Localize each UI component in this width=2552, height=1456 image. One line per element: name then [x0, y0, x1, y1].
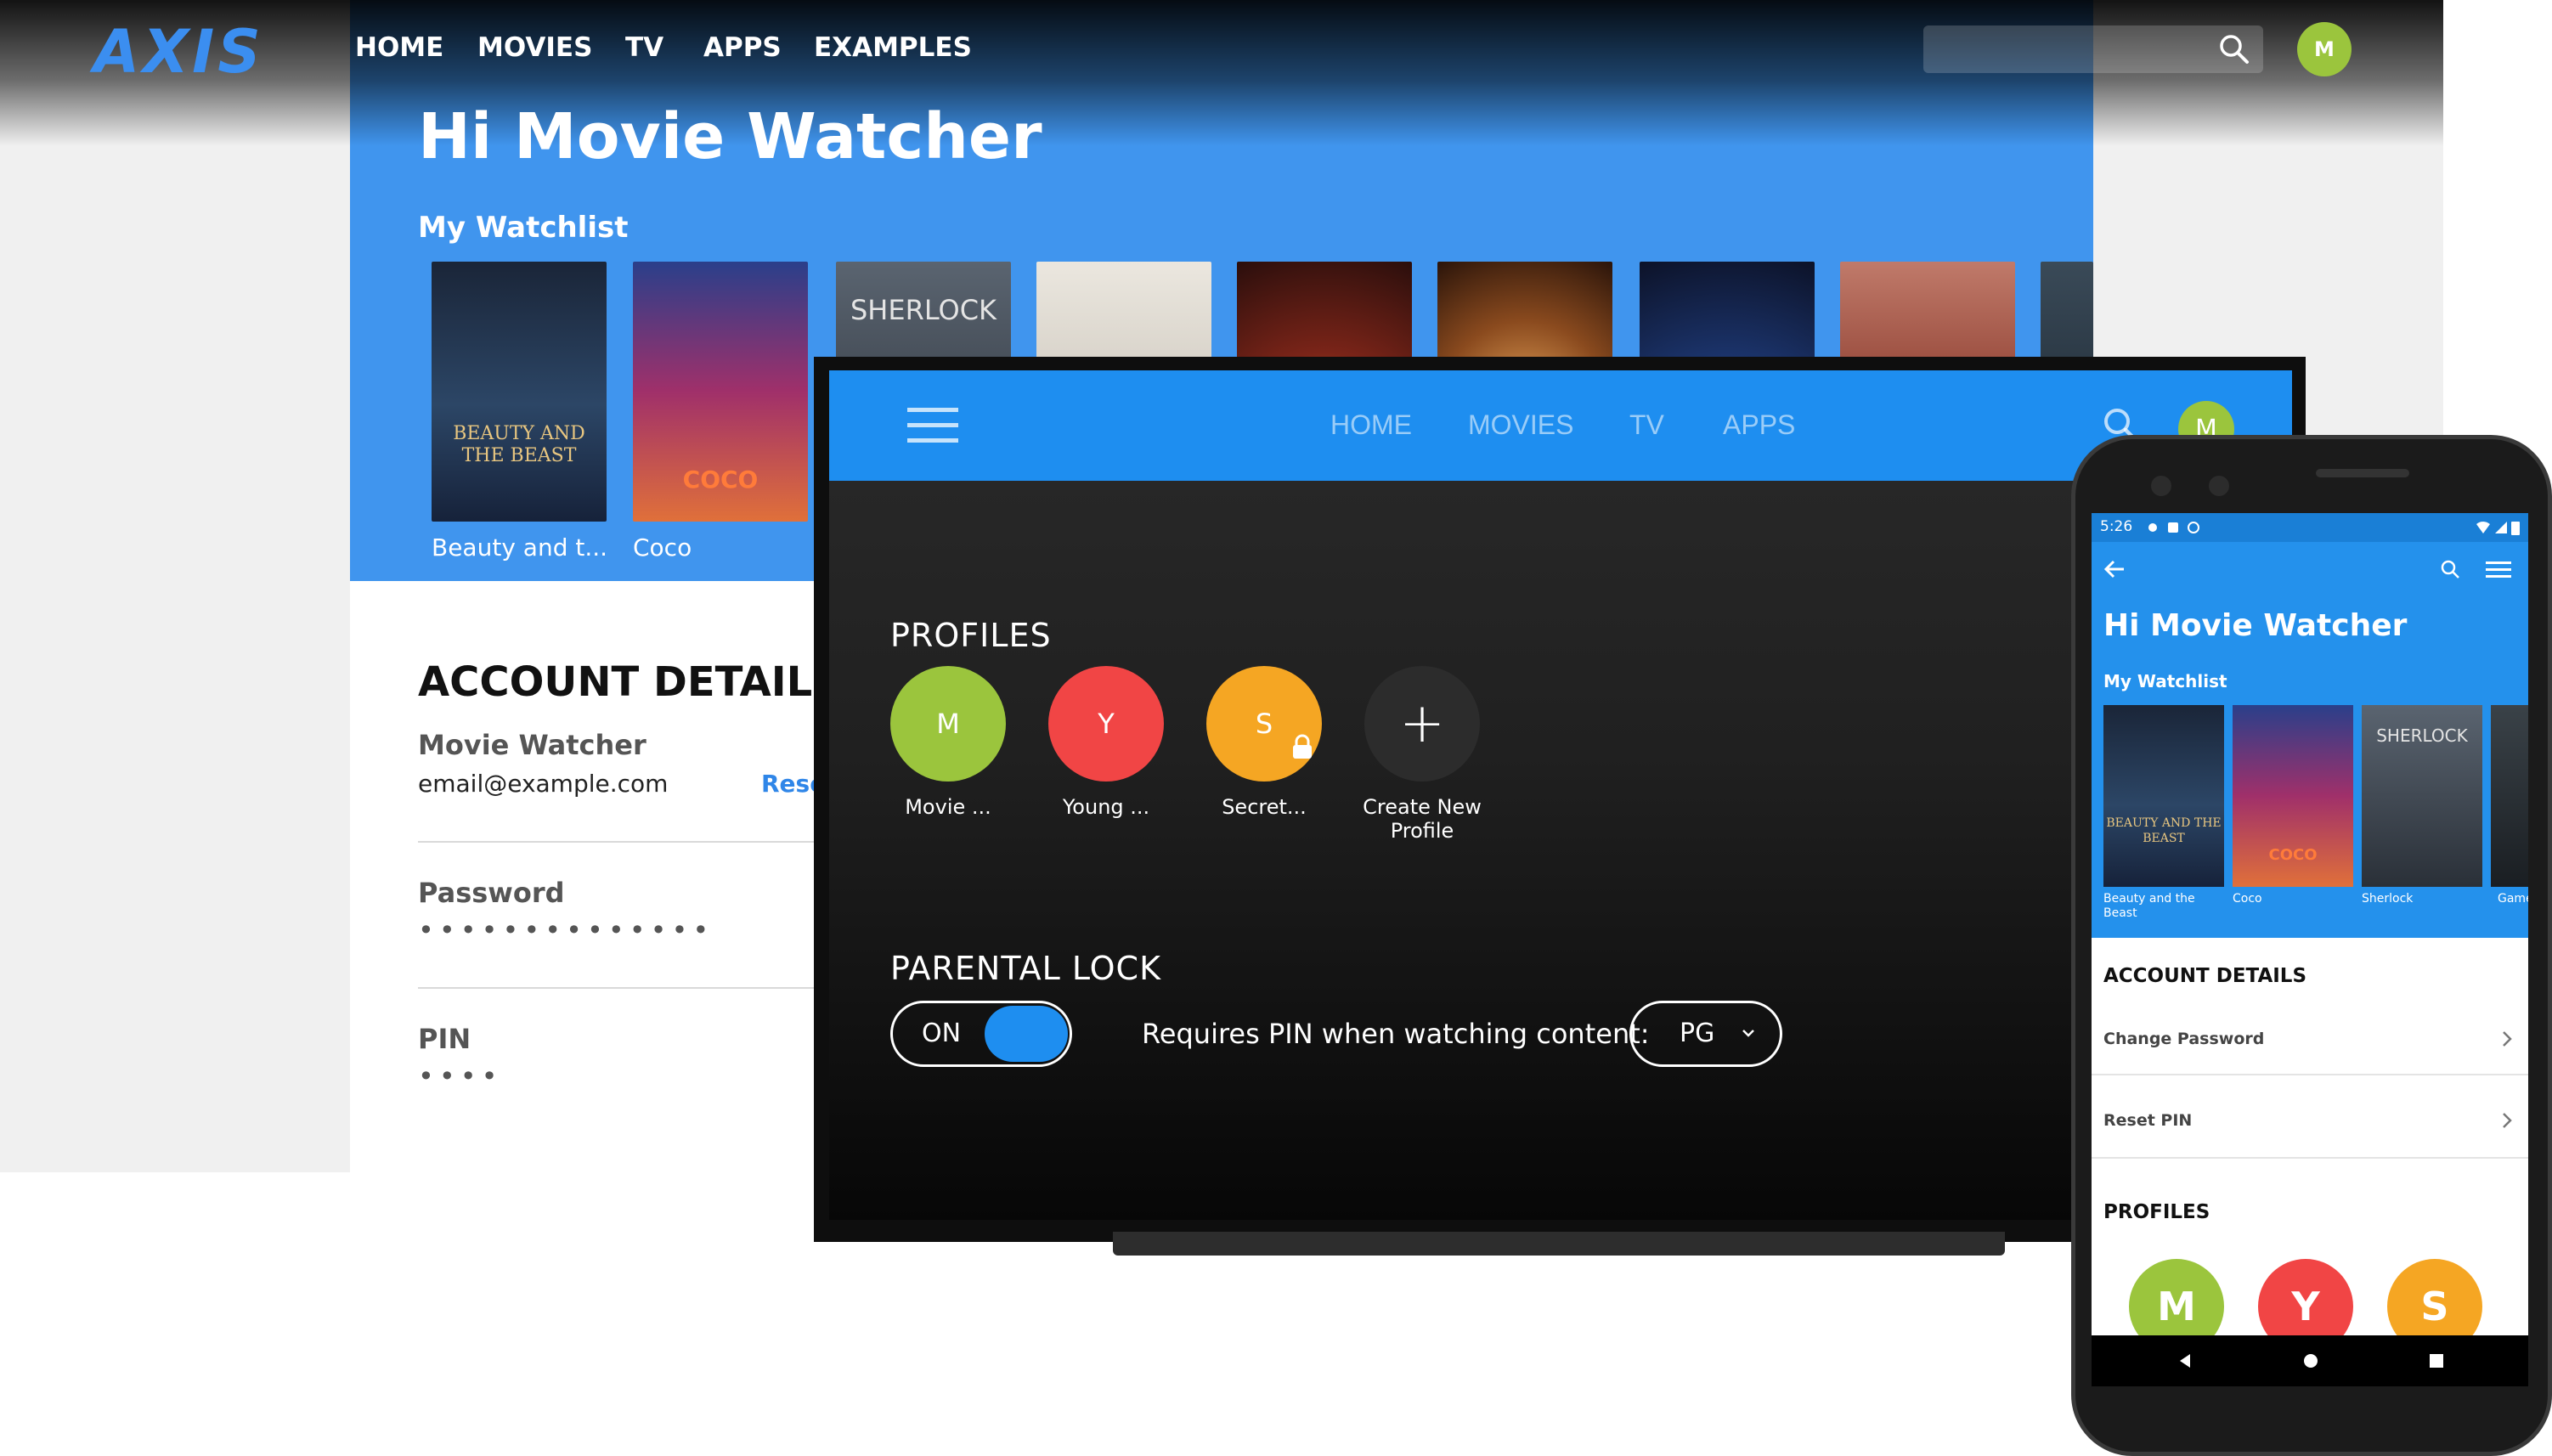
watchlist-poster[interactable]: BEAUTY AND THE BEAST — [2103, 705, 2224, 887]
poster-title: COCO — [682, 466, 759, 494]
status-bar: 5:26 — [2092, 513, 2528, 542]
pin-label: PIN — [418, 1023, 471, 1055]
search-icon[interactable] — [2440, 559, 2460, 579]
poster-title: SHERLOCK — [2376, 725, 2468, 746]
watchlist-title: My Watchlist — [2103, 671, 2227, 691]
divider — [2092, 1157, 2528, 1159]
poster-title: BEAUTY AND THE BEAST — [2106, 816, 2222, 845]
status-time: 5:26 — [2100, 518, 2133, 535]
watchlist-poster[interactable]: BEAUTY AND THE BEAST — [432, 262, 607, 522]
phone-app-bar — [2092, 542, 2528, 596]
pin-requirement-text: Requires PIN when watching content: — [1142, 1018, 1650, 1050]
poster-caption: Coco — [633, 533, 692, 562]
password-label: Password — [418, 877, 565, 909]
poster-caption: Coco — [2233, 892, 2262, 906]
android-nav-bar — [2092, 1335, 2528, 1386]
parental-lock-title: PARENTAL LOCK — [890, 950, 1162, 987]
toggle-knob — [985, 1006, 1068, 1062]
wifi-icon — [2476, 522, 2490, 533]
rating-select[interactable]: PG — [1629, 1001, 1782, 1067]
poster-caption: Beauty and t... — [432, 533, 608, 562]
chevron-down-icon — [1742, 1030, 1754, 1037]
recents-icon[interactable] — [2428, 1352, 2445, 1369]
profile-avatar[interactable]: Y — [1048, 666, 1164, 782]
search-icon[interactable] — [2217, 32, 2251, 66]
axis-logo[interactable]: AXIS — [93, 17, 264, 87]
watchlist-poster[interactable]: SHERLOCK — [2362, 705, 2482, 887]
nav-apps[interactable]: APPS — [703, 32, 782, 63]
watchlist-title: My Watchlist — [418, 211, 629, 245]
watchlist-poster[interactable] — [2491, 705, 2528, 887]
phone-speaker — [2316, 469, 2409, 477]
tv-nav-tv[interactable]: TV — [1629, 409, 1664, 441]
divider — [418, 841, 817, 843]
back-arrow-icon[interactable] — [2103, 559, 2126, 579]
phone-camera — [2209, 476, 2229, 496]
toggle-label: ON — [922, 1019, 962, 1048]
nav-examples[interactable]: EXAMPLES — [814, 32, 972, 63]
tv-nav-home[interactable]: HOME — [1330, 409, 1412, 441]
poster-caption: Sherlock — [2362, 892, 2414, 906]
sync-icon — [2188, 522, 2199, 533]
profile-initial: S — [1255, 708, 1273, 740]
tv-stand — [1113, 1232, 2005, 1256]
user-avatar[interactable]: M — [2297, 22, 2352, 76]
profile-avatar[interactable]: M — [890, 666, 1006, 782]
profiles-title: PROFILES — [890, 617, 1052, 654]
divider — [2092, 1074, 2528, 1075]
phone-app-screen: 5:26 Hi Movie Watcher My Watchlist BEAUT… — [2092, 513, 2528, 1386]
desktop-top-bar — [0, 0, 2443, 146]
home-icon[interactable] — [2302, 1352, 2319, 1369]
account-details-title: ACCOUNT DETAILS — [2103, 965, 2307, 987]
account-email: email@example.com — [418, 770, 669, 798]
search-input[interactable] — [1923, 25, 2263, 73]
watchlist-poster[interactable]: COCO — [2233, 705, 2353, 887]
notification-icon — [2168, 522, 2178, 533]
reset-pin-row[interactable]: Reset PIN — [2103, 1111, 2192, 1130]
nav-movies[interactable]: MOVIES — [477, 32, 592, 63]
poster-caption: Game — [2498, 892, 2528, 906]
nav-tv[interactable]: TV — [625, 32, 663, 63]
divider — [418, 987, 817, 989]
nav-home[interactable]: HOME — [355, 32, 443, 63]
account-name: Movie Watcher — [418, 729, 646, 761]
tv-nav-movies[interactable]: MOVIES — [1468, 409, 1573, 441]
back-icon[interactable] — [2177, 1352, 2193, 1369]
hamburger-menu-icon[interactable] — [2486, 561, 2511, 579]
poster-title: BEAUTY AND THE BEAST — [453, 423, 585, 466]
profile-label: Movie ... — [905, 795, 991, 819]
password-value: •••••••••••••• — [418, 914, 714, 946]
account-details-title: ACCOUNT DETAILS — [418, 658, 842, 706]
page-title: Hi Movie Watcher — [418, 100, 1042, 173]
battery-icon — [2511, 522, 2520, 535]
settings-icon — [2148, 523, 2157, 532]
signal-icon — [2495, 522, 2507, 533]
chevron-right-icon — [2503, 1113, 2512, 1128]
phone-camera — [2151, 476, 2171, 496]
chevron-right-icon — [2503, 1031, 2512, 1047]
profiles-title: PROFILES — [2103, 1201, 2210, 1223]
create-profile-label: Create New Profile — [1363, 795, 1482, 843]
parental-lock-toggle[interactable]: ON — [890, 1001, 1072, 1067]
pin-value: •••• — [418, 1060, 503, 1092]
create-profile-button[interactable]: + — [1364, 666, 1480, 782]
tv-nav-apps[interactable]: APPS — [1723, 409, 1795, 441]
page-title: Hi Movie Watcher — [2103, 608, 2408, 643]
poster-title: SHERLOCK — [850, 294, 997, 326]
watchlist-poster[interactable]: COCO — [633, 262, 808, 522]
poster-caption: Beauty and the Beast — [2103, 892, 2195, 920]
profile-avatar[interactable]: S — [1206, 666, 1322, 782]
profile-label: Secret... — [1222, 795, 1307, 819]
rating-value: PG — [1680, 1019, 1715, 1048]
lock-icon — [1293, 734, 1312, 759]
profile-label: Young ... — [1062, 795, 1150, 819]
hamburger-menu-icon[interactable] — [907, 408, 958, 443]
change-password-row[interactable]: Change Password — [2103, 1030, 2264, 1048]
poster-title: COCO — [2268, 846, 2318, 864]
